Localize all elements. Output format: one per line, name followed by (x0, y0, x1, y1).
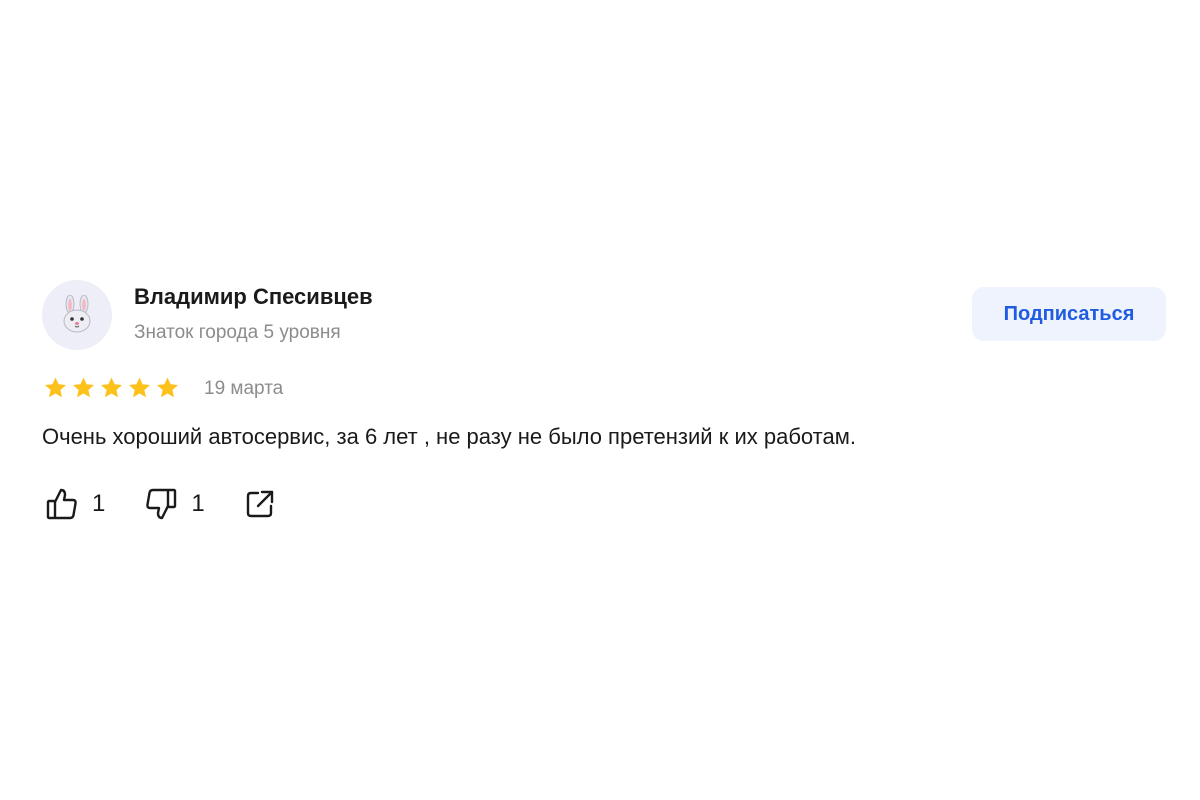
review-text: Очень хороший автосервис, за 6 лет , не … (42, 424, 856, 449)
author-name[interactable]: Владимир Спесивцев (134, 284, 373, 310)
thumbs-up-icon (46, 488, 77, 520)
dislike-button[interactable]: 1 (145, 487, 205, 521)
thumbs-down-icon (146, 488, 177, 520)
star-icon (127, 376, 152, 400)
like-button[interactable]: 1 (46, 487, 105, 521)
star-icon (99, 376, 124, 400)
author-level: Знаток города 5 уровня (134, 322, 341, 343)
review-actions: 1 1 (46, 486, 275, 522)
star-icon (71, 376, 96, 400)
page: Владимир Спесивцев Знаток города 5 уровн… (0, 0, 1200, 800)
dislike-count: 1 (191, 490, 205, 517)
review-card: Владимир Спесивцев Знаток города 5 уровн… (42, 280, 1166, 530)
rabbit-face-icon (63, 295, 91, 333)
avatar[interactable] (42, 280, 112, 350)
star-icon (43, 376, 68, 400)
like-count: 1 (92, 490, 106, 517)
review-date: 19 марта (204, 378, 284, 399)
share-button[interactable] (245, 489, 275, 519)
star-icon (155, 376, 180, 400)
subscribe-button[interactable]: Подписаться (972, 287, 1166, 341)
rating-stars (43, 376, 180, 400)
share-icon (246, 490, 273, 518)
